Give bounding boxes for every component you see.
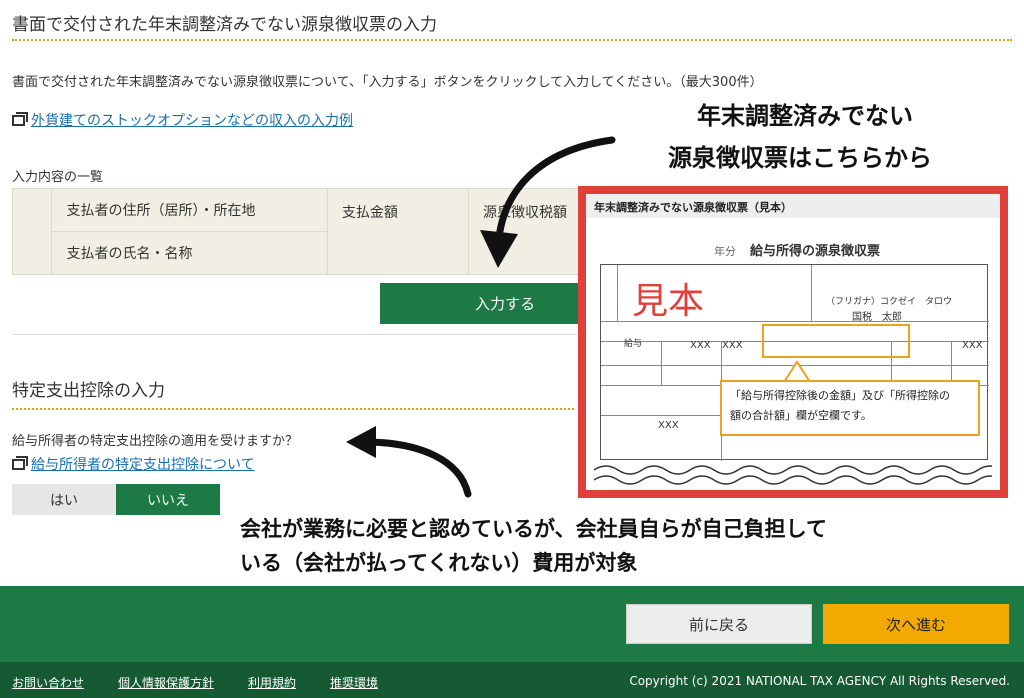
torn-edge-icon [594, 465, 992, 485]
deduction-question: 給与所得者の特定支出控除の適用を受けますか？ [12, 434, 299, 449]
list-label: 入力内容の一覧 [12, 170, 104, 185]
footer-link-terms[interactable]: 利用規約 [248, 674, 296, 691]
divider [12, 334, 582, 335]
about-deduction-link-label: 給与所得者の特定支出控除について [31, 457, 255, 473]
section-divider [12, 408, 574, 410]
sample-income-type: 給与 [624, 339, 643, 349]
caption-line2: 源泉徴収票はこちらから [668, 144, 932, 172]
sample-masked-value: XXX [690, 340, 711, 351]
yes-no-toggle: はい いいえ [12, 484, 220, 515]
back-button[interactable]: 前に戻る [626, 604, 812, 644]
note-line1: 会社が業務に必要と認めているが、会社員自らが自己負担して [240, 517, 827, 541]
about-deduction-link[interactable]: 給与所得者の特定支出控除について [12, 454, 255, 474]
sample-header: 年末調整済みでない源泉徴収票（見本） [586, 194, 1000, 218]
footer-link-privacy[interactable]: 個人情報保護方針 [118, 674, 214, 691]
footer: 前に戻る 次へ進む お問い合わせ 個人情報保護方針 利用規約 推奨環境 Copy… [0, 586, 1024, 698]
deduction-note: 会社が業務に必要と認めているが、会社員自らが自己負担して いる（会社が払ってくれ… [240, 512, 827, 580]
note-line2: いる（会社が払ってくれない）費用が対象 [240, 551, 638, 575]
section-title-withholding: 書面で交付された年末調整済みでない源泉徴収票の入力 [12, 15, 437, 35]
caption-line1: 年末調整済みでない [697, 102, 913, 130]
example-link-label: 外貨建てのストックオプションなどの収入の入力例 [31, 113, 353, 129]
next-button[interactable]: 次へ進む [823, 604, 1009, 644]
copyright: Copyright (c) 2021 NATIONAL TAX AGENCY A… [629, 674, 1010, 688]
footer-links: お問い合わせ 個人情報保護方針 利用規約 推奨環境 [12, 674, 378, 691]
table-blank-cell [11, 188, 53, 275]
sample-masked-value: XXX [962, 340, 983, 351]
sample-stamp: 見本 [632, 281, 705, 322]
sample-name-kana: （フリガナ）コクゼイ タロウ [826, 297, 953, 307]
callout-line1: 「給与所得控除後の金額」及び「所得控除の [730, 389, 950, 402]
footer-link-contact[interactable]: お問い合わせ [12, 674, 84, 691]
sample-slip-panel: 年末調整済みでない源泉徴収票（見本） 年分 給与所得の源泉徴収票 見本 （フリガナ… [578, 186, 1008, 498]
footer-link-environment[interactable]: 推奨環境 [330, 674, 378, 691]
sample-form-title: 年分 給与所得の源泉徴収票 [714, 240, 880, 259]
option-yes[interactable]: はい [12, 484, 116, 515]
year-label: 年分 [714, 245, 736, 258]
new-window-icon [12, 455, 28, 470]
callout-line2: 額の合計額」欄が空欄です。 [730, 409, 872, 422]
callout-pointer-icon [783, 360, 811, 382]
section-description: 書面で交付された年末調整済みでない源泉徴収票について、「入力する」ボタンをクリッ… [12, 75, 763, 90]
sample-name: 国税 太郎 [852, 312, 902, 323]
col-payment-amount: 支払金額 [326, 188, 470, 275]
sample-masked-value: XXX [722, 340, 743, 351]
sample-masked-value: XXX [658, 420, 679, 431]
form-title: 給与所得の源泉徴収票 [750, 244, 881, 259]
section-divider [12, 39, 1012, 41]
col-payer-name: 支払者の氏名・名称 [51, 231, 328, 275]
section-title-specific-deduction: 特定支出控除の入力 [12, 381, 165, 401]
sample-callout: 「給与所得控除後の金額」及び「所得控除の 額の合計額」欄が空欄です。 [720, 380, 980, 436]
new-window-icon [12, 111, 28, 126]
arrow-to-question-icon [346, 426, 472, 498]
example-link[interactable]: 外貨建てのストックオプションなどの収入の入力例 [12, 110, 353, 130]
highlight-box [762, 324, 910, 358]
col-payer-address: 支払者の住所（居所）・所在地 [51, 188, 328, 232]
option-no[interactable]: いいえ [116, 484, 220, 515]
